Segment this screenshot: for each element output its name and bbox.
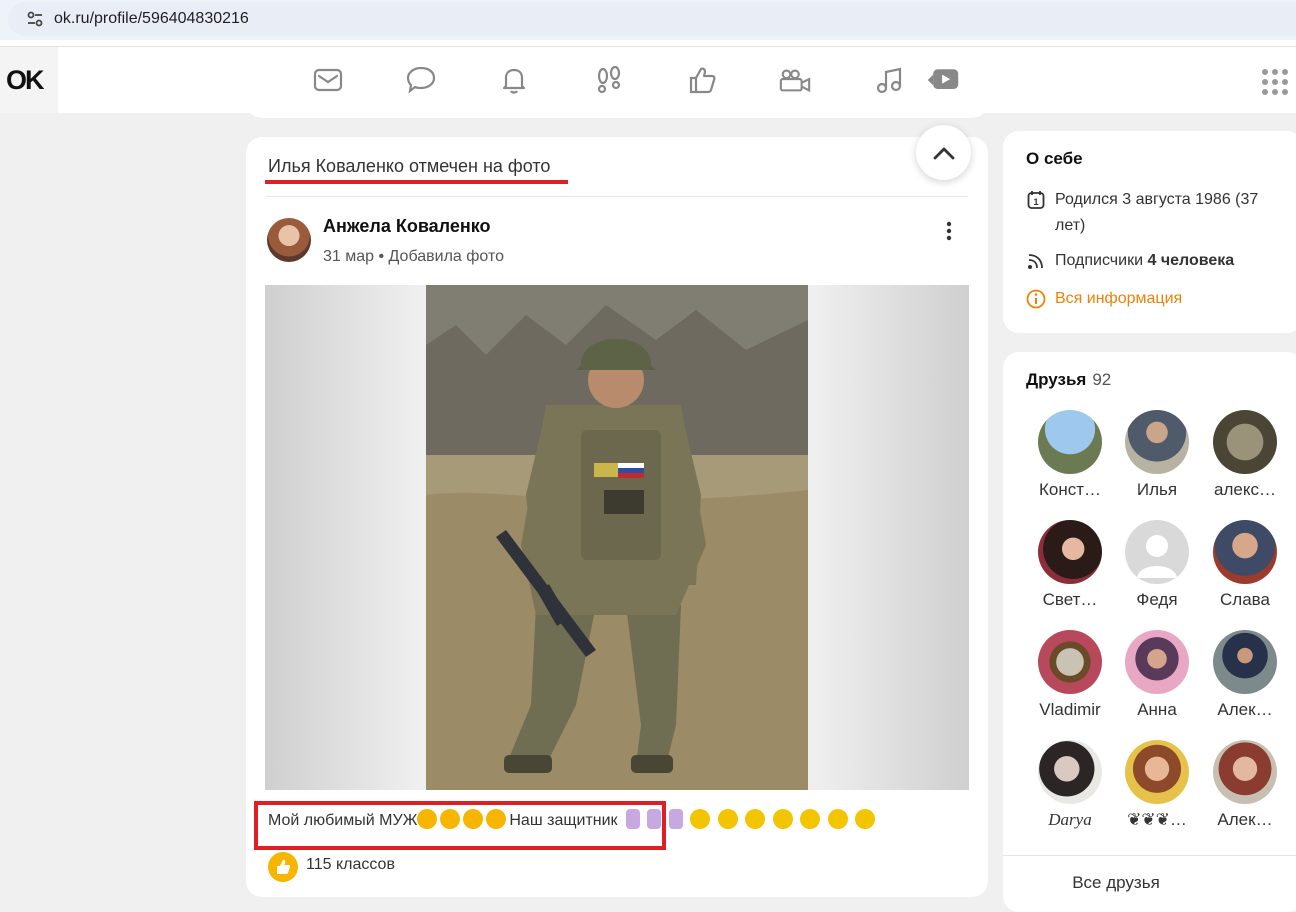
friend-name[interactable]: Илья [1117,480,1197,500]
friend-item[interactable]: Федя [1117,520,1197,620]
soldier-photo-illustration [426,285,808,790]
post-photo-frame[interactable] [265,285,969,790]
calendar-icon: 1 [1026,190,1046,210]
pray-emoji-icon [668,809,683,829]
friend-avatar[interactable] [1038,740,1102,804]
friend-avatar[interactable] [1213,520,1277,584]
klass-like-icon[interactable] [268,852,298,882]
about-card: О себе 1 Родился 3 августа 1986 (37 лет)… [1003,131,1296,333]
friend-name[interactable]: Алек… [1205,810,1285,830]
subscribers-count[interactable]: 4 человека [1147,252,1234,269]
friend-item[interactable]: Vladimir [1030,630,1110,730]
site-settings-icon[interactable] [18,2,52,36]
logo-area[interactable]: OK [0,47,58,113]
flexed-biceps-emoji-icon [827,809,848,829]
collapse-button[interactable] [916,125,971,180]
all-friends-link[interactable]: Все друзья [1003,873,1229,893]
more-options-icon[interactable] [938,220,960,242]
footprints-icon[interactable] [592,63,626,97]
friend-name[interactable]: ❦❦❦… [1117,810,1197,830]
friend-item[interactable]: Конст… [1030,410,1110,510]
friend-name[interactable]: Анна [1117,700,1197,720]
friend-avatar[interactable] [1125,740,1189,804]
info-icon [1026,289,1046,309]
friend-avatar[interactable] [1213,410,1277,474]
subscribers[interactable]: Подписчики 4 человека [1055,248,1234,274]
friend-item[interactable]: Свет… [1030,520,1110,620]
friend-avatar[interactable] [1213,630,1277,694]
friend-item[interactable]: алекс… [1205,410,1285,510]
post-photo[interactable] [426,285,808,790]
music-icon[interactable] [872,63,906,97]
friend-item[interactable]: Darya [1030,740,1110,840]
friend-avatar[interactable] [1125,520,1189,584]
post-meta: 31 мар • Добавила фото [323,248,505,265]
flexed-biceps-emoji-icon [690,809,711,829]
friend-item[interactable]: ❦❦❦… [1117,740,1197,840]
friend-name[interactable]: Darya [1030,810,1110,830]
annotation-underline [265,180,568,184]
apps-grid-icon[interactable] [1262,69,1288,100]
all-info-link[interactable]: Вся информация [1055,286,1182,312]
mail-icon[interactable] [311,63,345,97]
birth-date: Родился 3 августа 1986 (37 лет) [1055,191,1259,234]
friend-avatar[interactable] [1213,740,1277,804]
rss-icon [1026,251,1046,271]
friends-title-text: Друзья [1026,370,1087,389]
bell-icon[interactable] [497,63,531,97]
likes-count[interactable]: 115 классов [306,856,395,874]
subscribers-label: Подписчики [1055,252,1144,269]
friend-name[interactable]: Слава [1205,590,1285,610]
flexed-biceps-emoji-icon [745,809,766,829]
friend-name[interactable]: Алек… [1205,700,1285,720]
flexed-biceps-emoji-icon [855,809,876,829]
like-icon[interactable] [686,63,720,97]
friend-name[interactable]: Конст… [1030,480,1110,500]
friend-item[interactable]: Алек… [1205,740,1285,840]
friend-avatar[interactable] [1125,410,1189,474]
author-name[interactable]: Анжела Коваленко [323,216,491,237]
friend-name[interactable]: Федя [1117,590,1197,610]
friend-name[interactable]: Свет… [1030,590,1110,610]
friend-avatar[interactable] [1038,410,1102,474]
flexed-biceps-emoji-icon [800,809,821,829]
post-header[interactable]: Илья Коваленко отмечен на фото [268,156,550,177]
video-play-icon[interactable] [926,63,960,97]
friends-card: Друзья 92 Конст… Илья алекс… Свет… Федя С… [1003,352,1296,912]
previous-post-edge [246,100,988,118]
url-field[interactable]: ok.ru/profile/596404830216 [8,2,1296,36]
chevron-up-icon [933,147,954,159]
author-avatar[interactable] [267,218,311,262]
svg-text:1: 1 [1033,197,1038,207]
flexed-biceps-emoji-icon [772,809,793,829]
about-title: О себе [1026,149,1083,168]
divider [1003,855,1296,856]
friends-count: 92 [1092,370,1112,389]
friend-name[interactable]: Vladimir [1030,700,1110,720]
video-camera-icon[interactable] [778,63,812,97]
flexed-biceps-emoji-icon [717,809,738,829]
friend-avatar[interactable] [1038,520,1102,584]
friend-item[interactable]: Алек… [1205,630,1285,730]
friend-avatar[interactable] [1038,630,1102,694]
friend-item[interactable]: Илья [1117,410,1197,510]
annotation-box [254,801,666,850]
friend-item[interactable]: Анна [1117,630,1197,730]
browser-address-bar: ok.ru/profile/596404830216 [0,0,1296,40]
ok-logo[interactable]: OK [6,65,44,96]
friend-item[interactable]: Слава [1205,520,1285,620]
default-avatar-icon [1137,535,1177,578]
friend-avatar[interactable] [1125,630,1189,694]
divider [266,196,968,197]
url-text[interactable]: ok.ru/profile/596404830216 [54,10,249,28]
chat-icon[interactable] [404,63,438,97]
friends-title[interactable]: Друзья 92 [1026,370,1111,390]
friend-name[interactable]: алекс… [1205,480,1285,500]
toolbar-separator [0,40,1296,47]
